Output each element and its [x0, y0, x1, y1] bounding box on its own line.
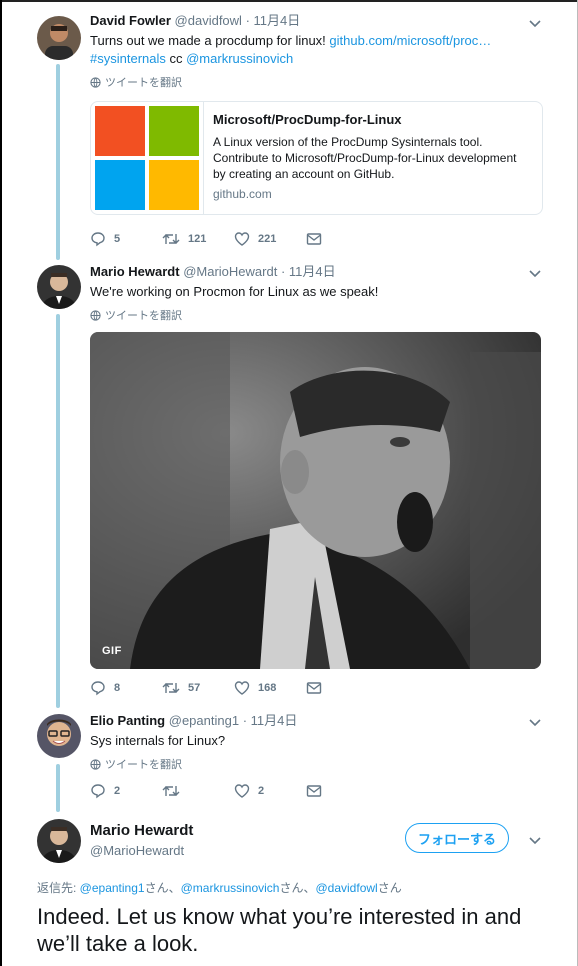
gif-media[interactable]: GIF — [90, 332, 541, 669]
tweet-text: Sys internals for Linux? — [90, 733, 226, 748]
mention[interactable]: @epanting1 — [80, 881, 145, 895]
top-border — [0, 0, 578, 2]
thread-line — [56, 314, 60, 708]
reply-icon — [91, 681, 105, 696]
tweet-text-part: Turns out we made a procdump for linux! — [90, 33, 330, 48]
like-count: 221 — [258, 233, 277, 245]
gif-image — [90, 332, 541, 669]
gif-badge: GIF — [102, 645, 122, 657]
dm-button[interactable] — [306, 681, 378, 695]
reply-count: 2 — [114, 785, 121, 797]
reply-button[interactable]: 8 — [90, 680, 162, 696]
reply-icon — [91, 232, 105, 247]
retweet-icon — [162, 786, 180, 796]
reply-button[interactable]: 2 — [90, 783, 162, 799]
chevron-down-icon[interactable] — [528, 833, 542, 847]
dm-icon — [306, 785, 322, 797]
tweet-date[interactable]: · 11月4日 — [243, 713, 298, 728]
like-count: 2 — [258, 785, 265, 797]
translate-label: ツイートを翻訳 — [105, 759, 182, 771]
tweet-1: David Fowler @davidfowl · 11月4日 Turns ou… — [90, 13, 542, 90]
thread-line — [56, 64, 60, 260]
mention[interactable]: @markrussinovich — [186, 51, 293, 66]
author-name[interactable]: Elio Panting — [90, 713, 165, 728]
reply-icon — [91, 784, 105, 799]
tweet-actions: 2 2 — [90, 783, 378, 799]
tweet-actions: 5 121 221 — [90, 231, 378, 247]
main-author-name[interactable]: Mario Hewardt — [90, 822, 193, 839]
reply-count: 5 — [114, 233, 121, 245]
tweet-text-part: cc — [165, 51, 187, 66]
card-title: Microsoft/ProcDump-for-Linux — [213, 112, 402, 127]
avatar[interactable] — [37, 16, 81, 60]
tweet-text: We're working on Procmon for Linux as we… — [90, 284, 379, 299]
card-domain: github.com — [213, 187, 272, 201]
author-name[interactable]: David Fowler — [90, 13, 171, 28]
tweet-link[interactable]: github.com/microsoft/proc… — [329, 33, 491, 48]
globe-icon — [90, 76, 101, 88]
chevron-down-icon[interactable] — [528, 266, 542, 280]
globe-icon — [90, 309, 101, 321]
hashtag[interactable]: #sysinternals — [90, 51, 166, 66]
tweet-text: Turns out we made a procdump for linux! … — [90, 32, 542, 68]
dm-button[interactable] — [306, 784, 378, 798]
author-handle[interactable]: @davidfowl — [175, 13, 242, 28]
avatar[interactable] — [37, 819, 81, 863]
like-button[interactable]: 168 — [234, 680, 306, 696]
mention[interactable]: @davidfowl — [315, 881, 377, 895]
like-button[interactable]: 221 — [234, 231, 306, 247]
mention[interactable]: @markrussinovich — [181, 881, 280, 895]
tweet-actions: 8 57 168 — [90, 680, 378, 696]
dm-button[interactable] — [306, 232, 378, 246]
globe-icon — [90, 758, 101, 770]
like-icon — [234, 232, 250, 246]
dm-icon — [306, 682, 322, 694]
translate-label: ツイートを翻訳 — [105, 77, 182, 89]
retweet-button[interactable]: 121 — [162, 231, 234, 247]
card-description: A Linux version of the ProcDump Sysinter… — [213, 135, 517, 181]
like-button[interactable]: 2 — [234, 783, 306, 799]
translate-link[interactable]: ツイートを翻訳 — [90, 74, 542, 90]
retweet-button[interactable] — [162, 783, 234, 799]
like-icon — [234, 681, 250, 695]
reply-prefix: 返信先: — [37, 881, 80, 895]
author-handle[interactable]: @MarioHewardt — [183, 264, 277, 279]
retweet-icon — [162, 234, 180, 244]
chevron-down-icon[interactable] — [528, 715, 542, 729]
like-icon — [234, 784, 250, 798]
tweet-date[interactable]: · 11月4日 — [246, 13, 301, 28]
author-name[interactable]: Mario Hewardt — [90, 264, 180, 279]
microsoft-logo-image — [91, 102, 204, 214]
retweet-button[interactable]: 57 — [162, 680, 234, 696]
link-card[interactable]: Microsoft/ProcDump-for-Linux A Linux ver… — [90, 101, 543, 215]
tweet-date[interactable]: · 11月4日 — [281, 264, 336, 279]
reply-separator: さん、 — [144, 881, 181, 895]
thread-line — [56, 764, 60, 812]
translate-link[interactable]: ツイートを翻訳 — [90, 756, 542, 772]
reply-suffix: さん — [377, 881, 402, 895]
follow-button[interactable]: フォローする — [405, 823, 509, 853]
left-border — [0, 0, 2, 966]
retweet-count: 121 — [188, 233, 207, 245]
translate-link[interactable]: ツイートを翻訳 — [90, 307, 542, 323]
like-count: 168 — [258, 682, 277, 694]
reply-separator: さん、 — [279, 881, 316, 895]
tweet-2: Mario Hewardt @MarioHewardt · 11月4日 We'r… — [90, 264, 542, 323]
reply-to-line: 返信先: @epanting1さん、@markrussinovichさん、@da… — [37, 879, 402, 896]
dm-icon — [306, 233, 322, 245]
translate-label: ツイートを翻訳 — [105, 310, 182, 322]
main-author-handle[interactable]: @MarioHewardt — [90, 843, 184, 858]
reply-button[interactable]: 5 — [90, 231, 162, 247]
avatar[interactable] — [37, 265, 81, 309]
author-handle[interactable]: @epanting1 — [169, 713, 239, 728]
reply-count: 8 — [114, 682, 121, 694]
retweet-icon — [162, 683, 180, 693]
retweet-count: 57 — [188, 682, 201, 694]
tweet-3: Elio Panting @epanting1 · 11月4日 Sys inte… — [90, 713, 542, 772]
chevron-down-icon[interactable] — [528, 16, 542, 30]
avatar[interactable] — [37, 714, 81, 758]
main-tweet-text: Indeed. Let us know what you’re interest… — [37, 904, 522, 956]
